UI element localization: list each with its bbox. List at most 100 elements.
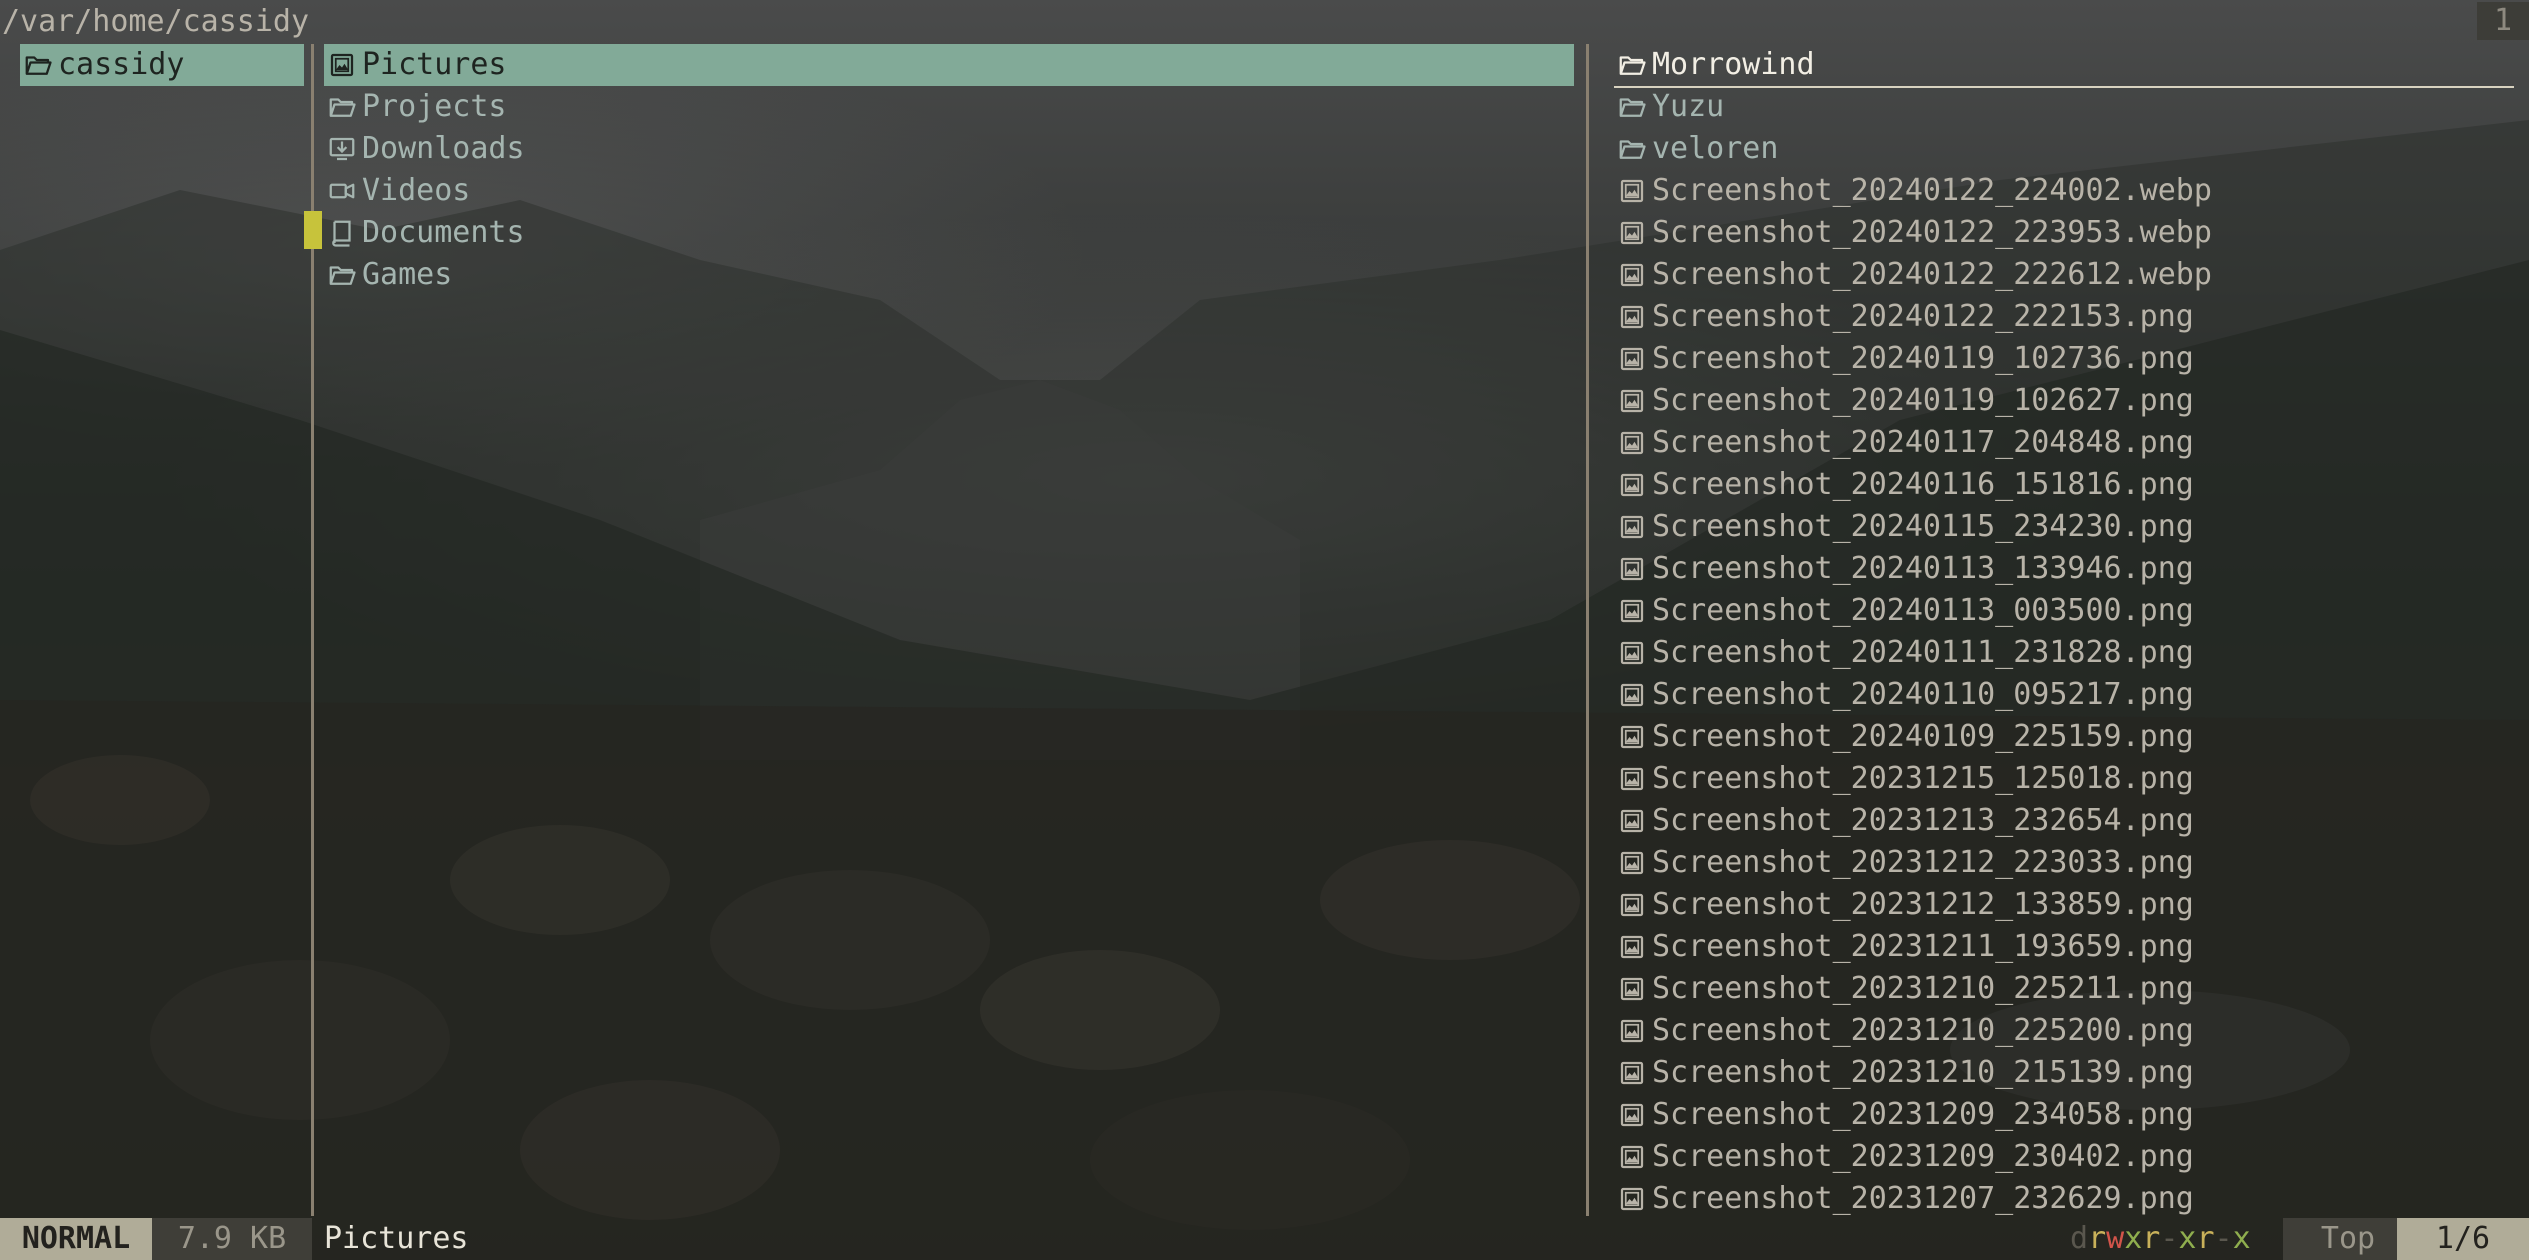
image-file-icon <box>1614 422 1650 464</box>
image-file-icon <box>1614 632 1650 674</box>
entry-label: Pictures <box>362 47 507 82</box>
entry-label: Screenshot_20240113_003500.png <box>1652 593 2194 628</box>
image-file-icon <box>1614 758 1650 800</box>
selected-name: Pictures <box>324 1221 469 1256</box>
entry-label: Screenshot_20240109_225159.png <box>1652 719 2194 754</box>
image-file-icon <box>1614 1136 1650 1178</box>
entry-label: Games <box>362 257 453 292</box>
preview-file-entry[interactable]: Screenshot_20231210_225200.png <box>1614 1010 2194 1052</box>
folder-open-icon <box>1614 44 1650 86</box>
permission-char: r <box>2196 1221 2215 1256</box>
preview-file-entry[interactable]: Screenshot_20240119_102627.png <box>1614 380 2194 422</box>
entry-games[interactable]: Games <box>324 254 452 296</box>
tab-indicator[interactable]: 1 <box>2477 2 2529 40</box>
preview-file-entry[interactable]: Screenshot_20240113_003500.png <box>1614 590 2194 632</box>
image-file-icon <box>1614 842 1650 884</box>
preview-file-entry[interactable]: Screenshot_20231213_232654.png <box>1614 800 2194 842</box>
entry-label: Screenshot_20231207_232629.png <box>1652 1181 2194 1216</box>
preview-folder-entry[interactable]: Yuzu <box>1614 86 1724 128</box>
entry-videos[interactable]: Videos <box>324 170 470 212</box>
image-file-icon <box>1614 674 1650 716</box>
entry-downloads[interactable]: Downloads <box>324 128 525 170</box>
preview-file-entry[interactable]: Screenshot_20231211_193659.png <box>1614 926 2194 968</box>
preview-file-entry[interactable]: Screenshot_20240117_204848.png <box>1614 422 2194 464</box>
preview-file-entry[interactable]: Screenshot_20240116_151816.png <box>1614 464 2194 506</box>
entry-label: Screenshot_20240119_102627.png <box>1652 383 2194 418</box>
preview-file-entry[interactable]: Screenshot_20240122_222612.webp <box>1614 254 2212 296</box>
image-icon <box>324 44 360 86</box>
preview-folder-entry[interactable]: veloren <box>1614 128 1778 170</box>
image-file-icon <box>1614 716 1650 758</box>
entry-label: Screenshot_20231211_193659.png <box>1652 929 2194 964</box>
video-icon <box>324 170 360 212</box>
preview-file-entry[interactable]: Screenshot_20231210_225211.png <box>1614 968 2194 1010</box>
permission-char: d <box>2070 1221 2089 1256</box>
image-file-icon <box>1614 800 1650 842</box>
entry-documents[interactable]: Documents <box>324 212 525 254</box>
entry-label: Screenshot_20240122_223953.webp <box>1652 215 2212 250</box>
image-file-icon <box>1614 884 1650 926</box>
entry-projects[interactable]: Projects <box>324 86 507 128</box>
entry-label: cassidy <box>58 47 185 82</box>
preview-file-entry[interactable]: Screenshot_20240111_231828.png <box>1614 632 2194 674</box>
preview-file-entry[interactable]: Screenshot_20231212_223033.png <box>1614 842 2194 884</box>
entry-label: Screenshot_20240122_224002.webp <box>1652 173 2212 208</box>
permission-char: - <box>2160 1221 2179 1256</box>
entry-label: Screenshot_20231215_125018.png <box>1652 761 2194 796</box>
preview-file-entry[interactable]: Screenshot_20231209_230402.png <box>1614 1136 2194 1178</box>
download-icon <box>324 128 360 170</box>
entry-label: Screenshot_20240113_133946.png <box>1652 551 2194 586</box>
preview-file-entry[interactable]: Screenshot_20240119_102736.png <box>1614 338 2194 380</box>
entry-label: Morrowind <box>1652 47 1815 82</box>
pane-divider <box>1586 44 1589 1216</box>
preview-file-entry[interactable]: Screenshot_20240115_234230.png <box>1614 506 2194 548</box>
mode-indicator: NORMAL <box>0 1218 152 1260</box>
image-file-icon <box>1614 254 1650 296</box>
preview-file-entry[interactable]: Screenshot_20231215_125018.png <box>1614 758 2194 800</box>
permission-char: x <box>2178 1221 2197 1256</box>
entry-label: Screenshot_20231213_232654.png <box>1652 803 2194 838</box>
preview-file-entry[interactable]: Screenshot_20240113_133946.png <box>1614 548 2194 590</box>
preview-file-entry[interactable]: Screenshot_20240122_223953.webp <box>1614 212 2212 254</box>
folder-open-icon <box>1614 128 1650 170</box>
permission-char: - <box>2214 1221 2233 1256</box>
preview-file-entry[interactable]: Screenshot_20240109_225159.png <box>1614 716 2194 758</box>
preview-file-entry[interactable]: Screenshot_20231212_133859.png <box>1614 884 2194 926</box>
status-bar: NORMAL 7.9 KB Pictures drwxr-xr-x Top 1/… <box>0 1218 2529 1260</box>
image-file-icon <box>1614 1052 1650 1094</box>
entry-label: Screenshot_20231210_225200.png <box>1652 1013 2194 1048</box>
folder-open-icon <box>1614 86 1650 128</box>
file-size: 7.9 KB <box>152 1218 312 1260</box>
image-file-icon <box>1614 968 1650 1010</box>
parent-pane: cassidy <box>0 44 312 1216</box>
entry-label: Projects <box>362 89 507 124</box>
current-path: /var/home/cassidy <box>2 4 310 39</box>
scroll-position: Top <box>2283 1218 2413 1260</box>
entry-label: Yuzu <box>1652 89 1725 124</box>
permission-char: x <box>2124 1221 2143 1256</box>
preview-file-entry[interactable]: Screenshot_20231210_215139.png <box>1614 1052 2194 1094</box>
entry-label: Screenshot_20231212_133859.png <box>1652 887 2194 922</box>
folder-open-icon <box>324 86 360 128</box>
image-file-icon <box>1614 1178 1650 1220</box>
preview-file-entry[interactable]: Screenshot_20231207_232629.png <box>1614 1178 2194 1220</box>
entry-label: Downloads <box>362 131 525 166</box>
entry-label: Screenshot_20231210_225211.png <box>1652 971 2194 1006</box>
image-file-icon <box>1614 590 1650 632</box>
image-file-icon <box>1614 212 1650 254</box>
entry-pictures[interactable]: Pictures <box>324 44 1574 86</box>
entry-label: Screenshot_20240119_102736.png <box>1652 341 2194 376</box>
folder-open-icon <box>324 254 360 296</box>
parent-entry-cassidy[interactable]: cassidy <box>20 44 304 86</box>
folder-open-icon <box>20 44 56 86</box>
preview-file-entry[interactable]: Screenshot_20240110_095217.png <box>1614 674 2194 716</box>
preview-file-entry[interactable]: Screenshot_20240122_222153.png <box>1614 296 2194 338</box>
entry-label: Screenshot_20231210_215139.png <box>1652 1055 2194 1090</box>
preview-file-entry[interactable]: Screenshot_20240122_224002.webp <box>1614 170 2212 212</box>
entry-label: veloren <box>1652 131 1779 166</box>
entry-label: Screenshot_20240116_151816.png <box>1652 467 2194 502</box>
entry-label: Videos <box>362 173 471 208</box>
entry-label: Screenshot_20231212_223033.png <box>1652 845 2194 880</box>
preview-folder-entry[interactable]: Morrowind <box>1614 44 2514 88</box>
preview-file-entry[interactable]: Screenshot_20231209_234058.png <box>1614 1094 2194 1136</box>
